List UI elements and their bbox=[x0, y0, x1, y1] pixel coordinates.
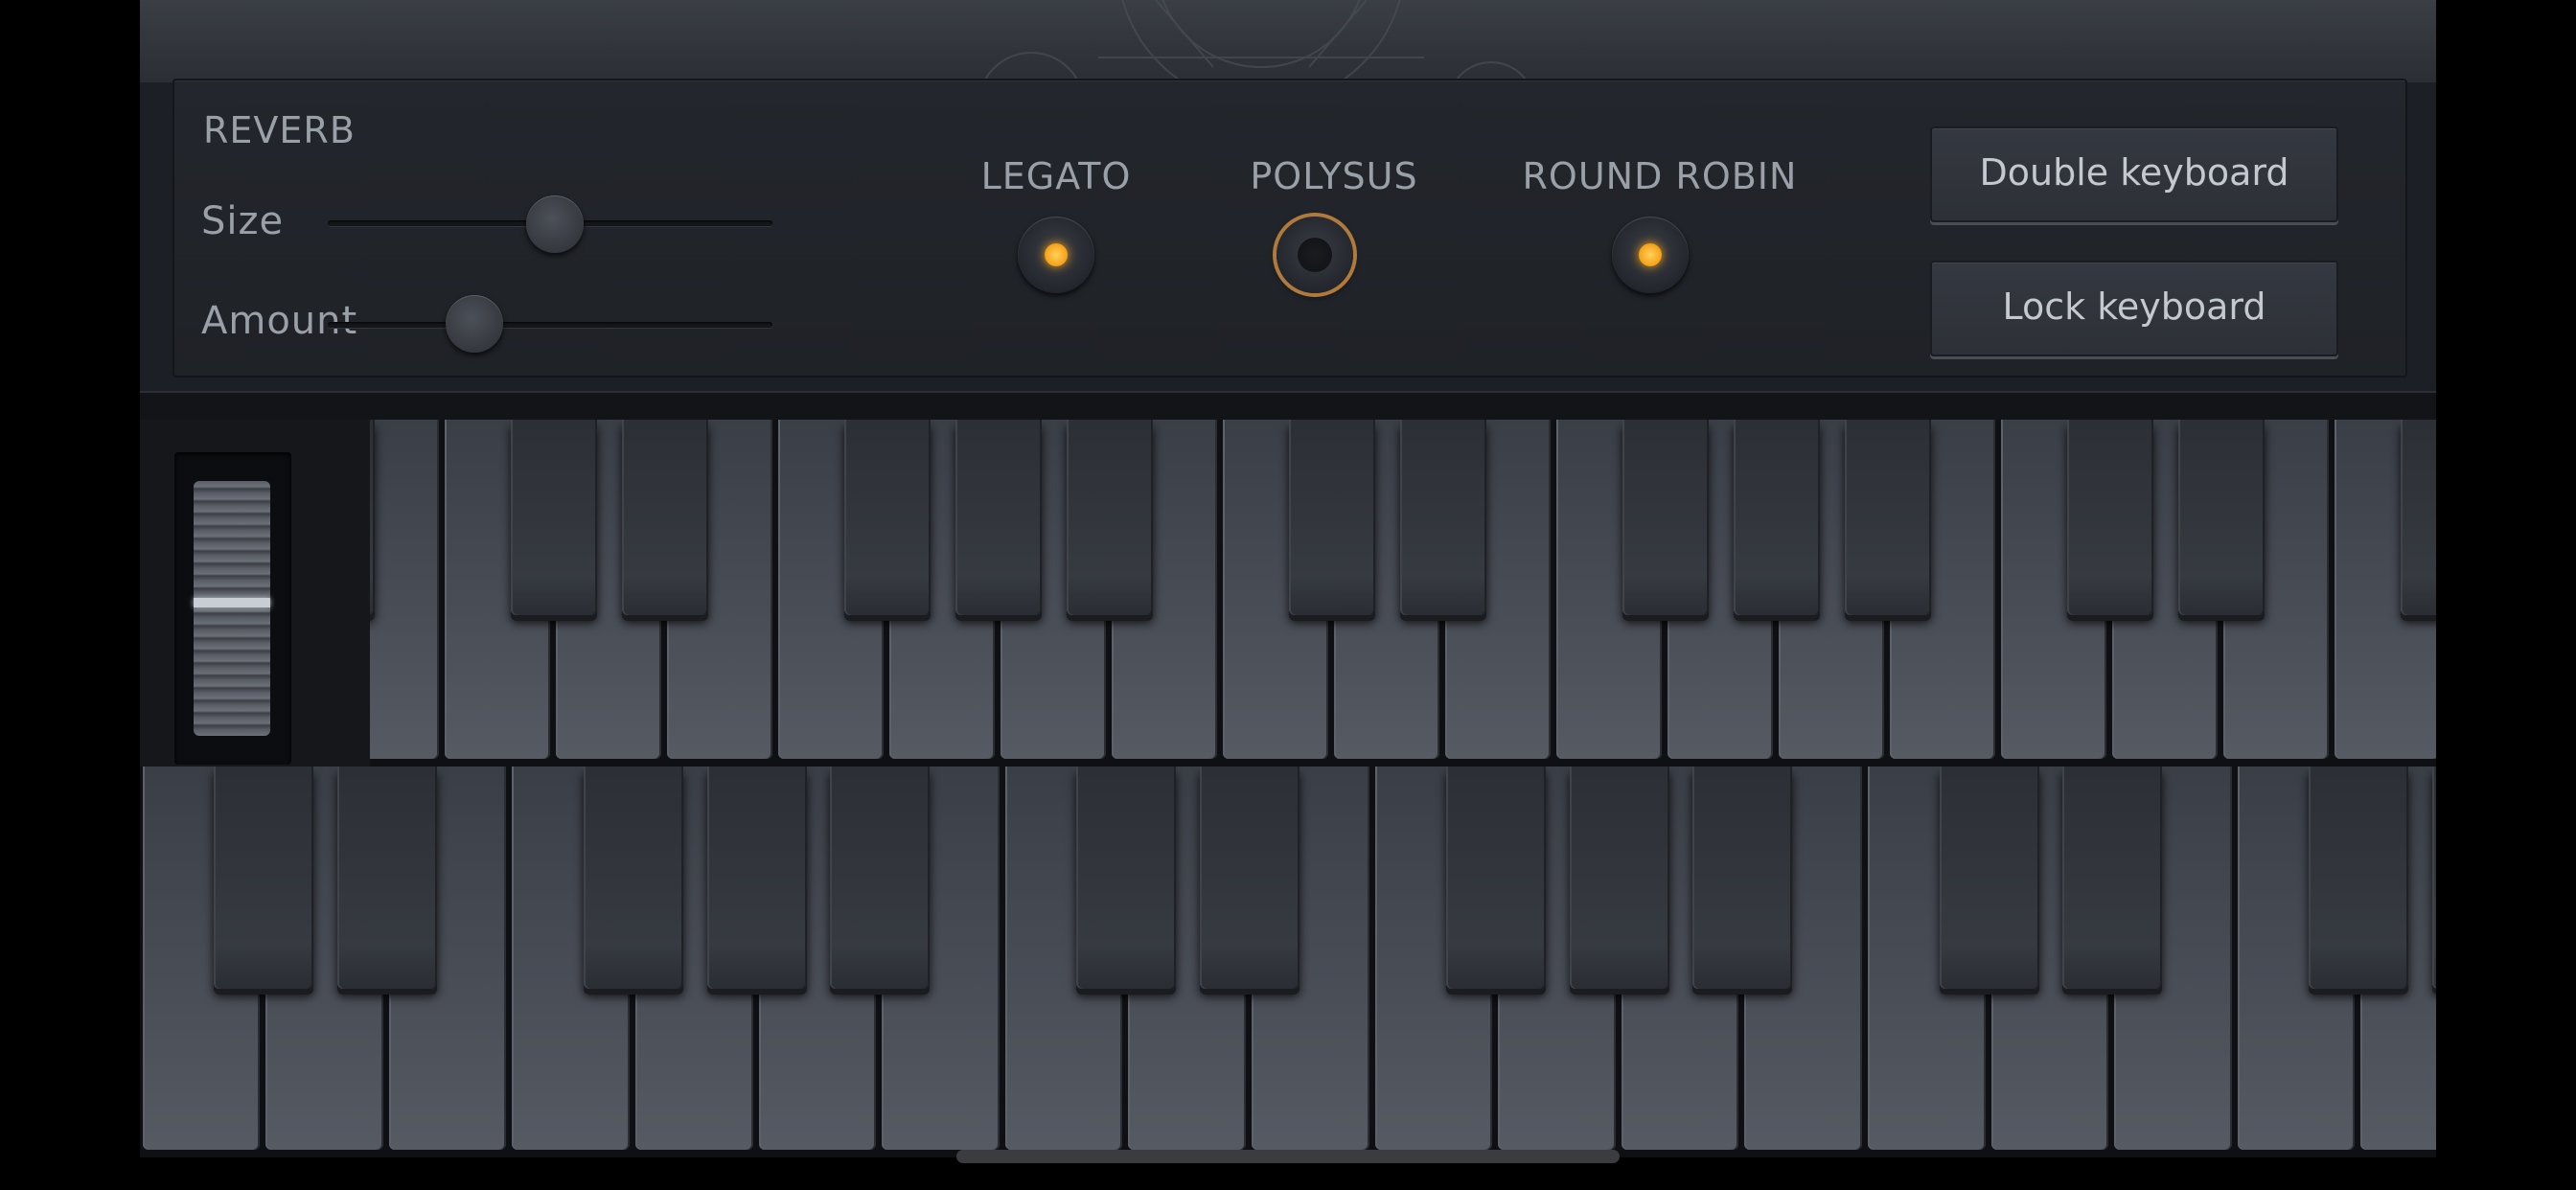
black-key[interactable] bbox=[2432, 767, 2436, 989]
black-key[interactable] bbox=[2309, 767, 2409, 989]
black-key[interactable] bbox=[584, 767, 683, 989]
size-slider-thumb[interactable] bbox=[525, 195, 584, 253]
keyboard-divider bbox=[140, 391, 2436, 420]
reverb-title: REVERB bbox=[203, 109, 356, 151]
legato-label: LEGATO bbox=[980, 155, 1132, 197]
black-key[interactable] bbox=[1446, 767, 1547, 989]
led-indicator bbox=[1045, 243, 1068, 266]
amount-slider-thumb[interactable] bbox=[446, 295, 504, 353]
round-robin-toggle[interactable] bbox=[1612, 217, 1689, 293]
black-key[interactable] bbox=[1734, 420, 1820, 615]
black-key[interactable] bbox=[1569, 767, 1669, 989]
header-artwork bbox=[140, 0, 2436, 82]
double-keyboard-button[interactable]: Double keyboard bbox=[1930, 126, 2338, 222]
black-key[interactable] bbox=[1289, 420, 1375, 615]
black-key[interactable] bbox=[511, 420, 597, 615]
black-key[interactable] bbox=[622, 420, 708, 615]
black-key[interactable] bbox=[336, 767, 437, 989]
black-key[interactable] bbox=[1400, 420, 1486, 615]
instrument-app: REVERB Size Amount LEGATO POLYSUS ROUND … bbox=[140, 0, 2436, 1157]
amount-slider-track[interactable] bbox=[328, 322, 772, 328]
lower-keyboard bbox=[140, 767, 2436, 1157]
white-key[interactable] bbox=[370, 420, 439, 759]
black-key[interactable] bbox=[370, 420, 375, 615]
black-key[interactable] bbox=[1200, 767, 1300, 989]
black-key[interactable] bbox=[1939, 767, 2039, 989]
black-key[interactable] bbox=[706, 767, 807, 989]
led-indicator bbox=[1639, 243, 1662, 266]
lock-keyboard-button[interactable]: Lock keyboard bbox=[1930, 261, 2338, 356]
black-key[interactable] bbox=[2401, 420, 2436, 615]
size-label: Size bbox=[201, 199, 285, 243]
upper-keyboard bbox=[370, 420, 2436, 767]
black-key[interactable] bbox=[1067, 420, 1153, 615]
polysus-label: POLYSUS bbox=[1250, 155, 1418, 197]
mod-wheel-panel bbox=[140, 420, 370, 767]
amount-label: Amount bbox=[201, 299, 358, 343]
black-key[interactable] bbox=[2067, 420, 2153, 615]
black-key[interactable] bbox=[830, 767, 931, 989]
mod-wheel[interactable] bbox=[194, 481, 270, 736]
mod-wheel-marker bbox=[194, 598, 270, 607]
black-key[interactable] bbox=[844, 420, 931, 615]
round-robin-label: ROUND ROBIN bbox=[1522, 155, 1798, 197]
black-key[interactable] bbox=[1622, 420, 1709, 615]
black-key[interactable] bbox=[2178, 420, 2265, 615]
home-indicator[interactable] bbox=[956, 1150, 1620, 1163]
artwork-ornament bbox=[982, 0, 1530, 82]
black-key[interactable] bbox=[1076, 767, 1177, 989]
led-indicator bbox=[1298, 238, 1332, 272]
black-key[interactable] bbox=[2062, 767, 2163, 989]
legato-toggle[interactable] bbox=[1018, 217, 1094, 293]
black-key[interactable] bbox=[1845, 420, 1931, 615]
controls-panel: REVERB Size Amount LEGATO POLYSUS ROUND … bbox=[172, 79, 2407, 378]
polysus-toggle[interactable] bbox=[1276, 217, 1353, 293]
black-key[interactable] bbox=[1692, 767, 1793, 989]
black-key[interactable] bbox=[214, 767, 314, 989]
black-key[interactable] bbox=[955, 420, 1042, 615]
